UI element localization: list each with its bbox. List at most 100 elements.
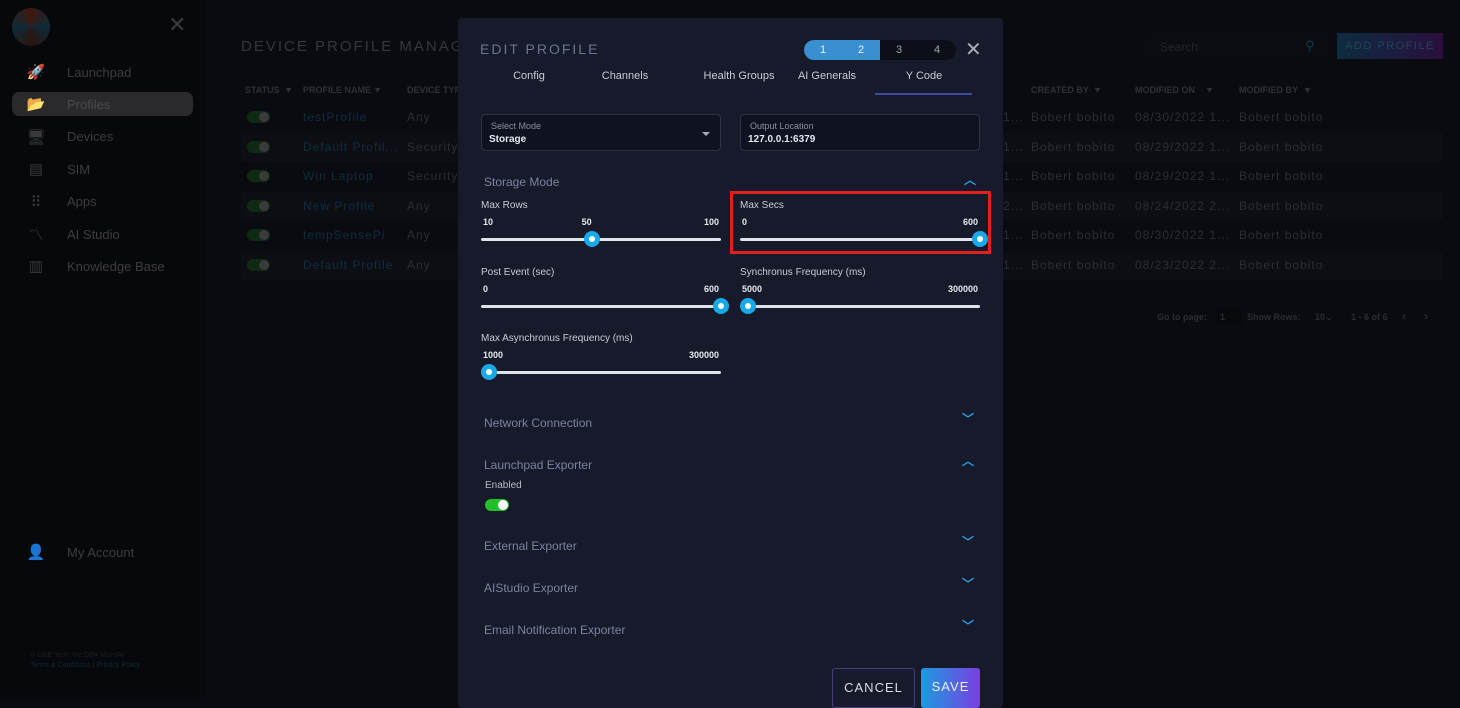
user-icon: 👤 bbox=[26, 544, 46, 561]
privacy-link[interactable]: Privacy Policy bbox=[96, 662, 140, 669]
tab-channels[interactable]: Channels bbox=[588, 70, 662, 82]
sidebar-item-knowledge-base[interactable]: ▥ Knowledge Base bbox=[12, 254, 193, 278]
slider-min: 10 bbox=[483, 217, 494, 227]
section-launchpad-exporter[interactable]: Launchpad Exporter bbox=[484, 458, 592, 472]
cell-name[interactable]: tempSensePi bbox=[303, 228, 385, 242]
filter-icon[interactable]: ▼ bbox=[1303, 85, 1312, 95]
cell-modified-on: 08/30/2022 1... bbox=[1135, 228, 1231, 243]
output-location-label: Output Location bbox=[750, 121, 814, 131]
section-aistudio-exporter[interactable]: AIStudio Exporter bbox=[484, 581, 578, 595]
save-button[interactable]: SAVE bbox=[921, 668, 980, 708]
close-sidebar-icon[interactable]: ✕ bbox=[168, 12, 186, 38]
sidebar-item-my-account[interactable]: 👤 My Account bbox=[12, 540, 193, 564]
cell-name[interactable]: testProfile bbox=[303, 110, 367, 124]
tab-config[interactable]: Config bbox=[488, 70, 570, 82]
slider-handle[interactable] bbox=[584, 231, 601, 247]
slider-track[interactable] bbox=[740, 305, 980, 308]
enabled-toggle[interactable] bbox=[485, 499, 509, 511]
slider-label: Max Rows bbox=[481, 200, 528, 211]
step-2[interactable]: 2 bbox=[842, 40, 880, 60]
slider-handle[interactable] bbox=[713, 298, 729, 314]
cell-name[interactable]: Win Laptop bbox=[303, 169, 374, 183]
section-external-exporter[interactable]: External Exporter bbox=[484, 539, 577, 553]
terms-link[interactable]: Terms & Conditions bbox=[30, 662, 91, 669]
select-mode-value: Storage bbox=[489, 134, 527, 145]
status-toggle[interactable] bbox=[247, 170, 270, 183]
next-page-icon[interactable]: › bbox=[1424, 309, 1428, 323]
tab-y-code[interactable]: Y Code bbox=[876, 70, 972, 82]
slider-handle[interactable] bbox=[740, 298, 756, 314]
sidebar: ✕ 🚀 Launchpad 📂 Profiles 🖥 Devices ▤ SIM ⠿ Apps 〽 A… bbox=[0, 0, 205, 697]
step-3[interactable]: 3 bbox=[880, 40, 918, 60]
chevron-down-icon[interactable]: ﹀ bbox=[962, 617, 974, 634]
search-input[interactable]: Search bbox=[1146, 34, 1331, 60]
rocket-icon: 🚀 bbox=[26, 64, 46, 81]
cell-type: Security bbox=[407, 169, 459, 184]
status-toggle[interactable] bbox=[247, 259, 270, 271]
sidebar-item-launchpad[interactable]: 🚀 Launchpad bbox=[12, 60, 193, 84]
output-location-field[interactable]: Output Location 127.0.0.1:6379 bbox=[740, 114, 980, 151]
chevron-up-icon[interactable]: ︿ bbox=[962, 452, 974, 469]
select-mode-dropdown[interactable]: Select Mode Storage bbox=[481, 114, 721, 151]
sidebar-item-devices[interactable]: 🖥 Devices bbox=[12, 125, 193, 149]
caret-down-icon bbox=[702, 132, 710, 136]
close-icon[interactable]: ✕ bbox=[965, 37, 982, 62]
sidebar-item-profiles[interactable]: 📂 Profiles bbox=[12, 92, 193, 117]
cell-created-by: Bobert bobito bbox=[1031, 258, 1116, 272]
cell-trunc: 1... bbox=[1003, 110, 1024, 124]
status-toggle[interactable] bbox=[247, 199, 270, 212]
step-1[interactable]: 1 bbox=[804, 40, 842, 60]
section-network-connection[interactable]: Network Connection bbox=[484, 416, 592, 430]
column-header[interactable]: CREATED BY bbox=[1031, 85, 1089, 95]
status-toggle[interactable] bbox=[247, 140, 270, 153]
cell-modified-by: Bobert bobito bbox=[1239, 110, 1324, 124]
cell-created-by: Bobert bobito bbox=[1031, 228, 1116, 243]
column-header[interactable]: STATUS bbox=[245, 85, 280, 95]
slider-min: 5000 bbox=[742, 284, 763, 294]
cell-modified-on: 08/29/2022 1... bbox=[1135, 139, 1231, 154]
cell-trunc: 1... bbox=[1003, 258, 1024, 272]
column-header[interactable]: MODIFIED BY bbox=[1239, 85, 1298, 95]
rows-value: 10 bbox=[1315, 312, 1326, 322]
filter-icon[interactable]: ▼ bbox=[1093, 85, 1102, 95]
sidebar-item-sim[interactable]: ▤ SIM bbox=[12, 157, 193, 181]
sidebar-item-apps[interactable]: ⠿ Apps bbox=[12, 190, 193, 214]
chevron-up-icon[interactable]: ︿ bbox=[964, 171, 976, 188]
filter-icon[interactable]: ▼ bbox=[373, 85, 382, 95]
slider-max: 600 bbox=[703, 284, 719, 294]
chevron-down-icon[interactable]: ﹀ bbox=[962, 410, 974, 427]
goto-page-input[interactable]: 1 bbox=[1215, 308, 1242, 326]
output-location-value: 127.0.0.1:6379 bbox=[748, 134, 816, 145]
filter-icon[interactable]: ▼ bbox=[284, 85, 293, 95]
storage-mode-header[interactable]: Storage Mode bbox=[484, 175, 559, 189]
cancel-button[interactable]: CANCEL bbox=[832, 668, 915, 708]
cell-name[interactable]: Default Profile bbox=[303, 258, 393, 272]
add-profile-button[interactable]: ADD PROFILE bbox=[1337, 33, 1443, 59]
column-header[interactable]: MODIFIED ON bbox=[1135, 85, 1195, 95]
rows-select[interactable]: 10⌄ bbox=[1315, 312, 1333, 323]
slider-handle[interactable] bbox=[481, 364, 497, 380]
sidebar-item-label: Knowledge Base bbox=[67, 258, 165, 274]
sidebar-item-ai-studio[interactable]: 〽 AI Studio bbox=[12, 222, 193, 246]
chevron-down-icon[interactable]: ﹀ bbox=[962, 575, 974, 592]
step-4[interactable]: 4 bbox=[918, 40, 956, 60]
cell-name[interactable]: Default Profil... bbox=[303, 140, 399, 154]
tab-ai-generals[interactable]: AI Generals bbox=[788, 70, 866, 82]
status-toggle[interactable] bbox=[247, 229, 270, 242]
column-header[interactable]: DEVICE TYP bbox=[407, 85, 461, 95]
search-icon[interactable]: ⚲ bbox=[1305, 38, 1315, 54]
slider-track[interactable] bbox=[481, 371, 721, 374]
slider-track[interactable] bbox=[481, 305, 721, 308]
cell-name[interactable]: New Profile bbox=[303, 199, 375, 213]
status-toggle[interactable] bbox=[247, 111, 270, 123]
filter-icon[interactable]: ▼ bbox=[1205, 85, 1214, 95]
slider-track[interactable] bbox=[481, 238, 721, 241]
tab-health-groups[interactable]: Health Groups bbox=[684, 70, 794, 82]
slider-max: 300000 bbox=[947, 284, 978, 294]
prev-page-icon[interactable]: ‹ bbox=[1402, 309, 1406, 323]
chevron-down-icon[interactable]: ﹀ bbox=[962, 533, 974, 550]
column-header[interactable]: PROFILE NAME bbox=[303, 85, 371, 95]
section-email-notification-exporter[interactable]: Email Notification Exporter bbox=[484, 623, 625, 637]
goto-page-label: Go to page: bbox=[1157, 312, 1207, 322]
sim-icon: ▤ bbox=[28, 161, 44, 179]
